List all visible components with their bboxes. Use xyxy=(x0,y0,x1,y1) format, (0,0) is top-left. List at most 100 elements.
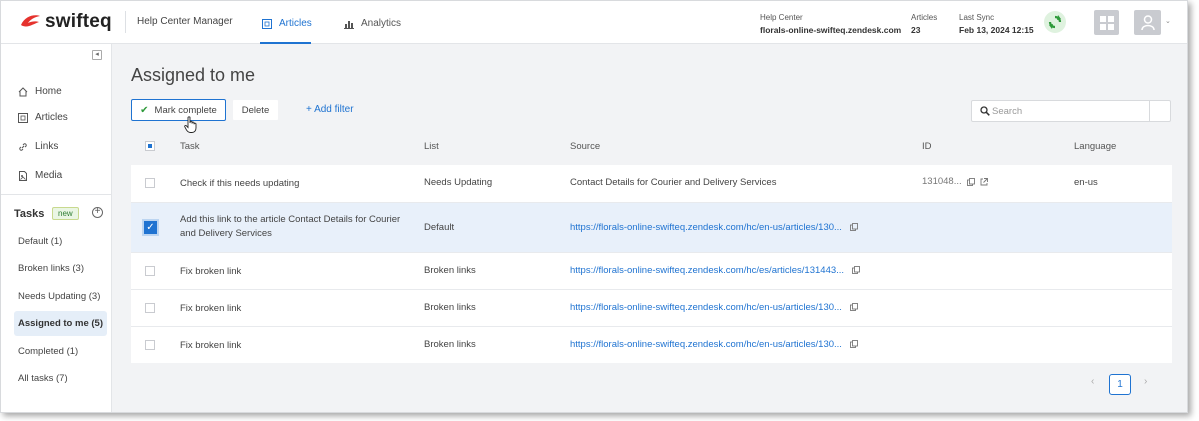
row-checkbox[interactable] xyxy=(145,178,155,188)
column-header-source[interactable]: Source xyxy=(570,141,600,152)
task-cell: Add this link to the article Contact Det… xyxy=(180,214,401,239)
pagination-page-1[interactable]: 1 xyxy=(1109,374,1131,395)
mark-complete-button[interactable]: ✔ Mark complete xyxy=(131,99,226,121)
column-header-language[interactable]: Language xyxy=(1074,141,1116,152)
app-title: Help Center Manager xyxy=(137,16,233,27)
task-list-default[interactable]: Default (1) xyxy=(14,229,107,254)
id-cell: 131048... xyxy=(922,176,988,187)
task-list-assigned-to-me[interactable]: Assigned to me (5) xyxy=(14,311,107,336)
row-checkbox[interactable] xyxy=(145,340,155,350)
copy-icon[interactable] xyxy=(966,177,975,186)
row-checkbox[interactable] xyxy=(145,303,155,313)
sync-icon xyxy=(1048,15,1062,29)
column-header-list[interactable]: List xyxy=(424,141,439,152)
copy-icon[interactable] xyxy=(851,266,860,275)
task-cell: Fix broken link xyxy=(180,266,242,277)
tab-analytics[interactable]: Analytics xyxy=(344,18,401,29)
select-all-checkbox[interactable] xyxy=(145,141,155,151)
sidebar-item-label: Links xyxy=(35,141,59,152)
sidebar-item-label: Articles xyxy=(35,112,68,123)
source-link[interactable]: https://florals-online-swifteq.zendesk.c… xyxy=(570,302,842,313)
source-cell: Contact Details for Courier and Delivery… xyxy=(570,177,777,188)
task-cell: Fix broken link xyxy=(180,340,242,351)
collapse-sidebar-icon[interactable]: ◂ xyxy=(92,50,102,60)
list-cell: Broken links xyxy=(424,265,476,276)
last-sync-info: Last Sync Feb 13, 2024 12:15 xyxy=(959,12,1034,36)
tab-articles[interactable]: Articles xyxy=(262,18,312,29)
column-header-id[interactable]: ID xyxy=(922,141,932,152)
pagination-prev-button[interactable]: ‹ xyxy=(1091,376,1094,387)
user-icon xyxy=(1140,15,1155,30)
sync-button[interactable] xyxy=(1044,11,1066,33)
task-list-completed[interactable]: Completed (1) xyxy=(14,339,107,364)
sidebar-item-media[interactable]: Media xyxy=(18,170,62,181)
top-bar: swifteq Help Center Manager Articles Ana… xyxy=(1,1,1187,44)
apps-grid-button[interactable] xyxy=(1094,10,1119,35)
chevron-down-icon[interactable]: ⌄ xyxy=(1165,17,1171,25)
language-cell: en-us xyxy=(1074,177,1098,188)
last-sync-value: Feb 13, 2024 12:15 xyxy=(959,25,1034,35)
swifteq-logo[interactable]: swifteq xyxy=(19,11,112,33)
check-icon: ✔ xyxy=(140,104,149,116)
hand-cursor-icon xyxy=(184,116,197,133)
search-divider xyxy=(1149,101,1150,121)
row-checkbox[interactable]: ✓ xyxy=(144,221,157,234)
task-list-broken-links[interactable]: Broken links (3) xyxy=(14,256,107,281)
new-badge: new xyxy=(52,207,79,220)
task-cell: Check if this needs updating xyxy=(180,178,300,189)
table-row[interactable]: Fix broken link Broken links https://flo… xyxy=(131,252,1172,289)
sidebar-item-label: Home xyxy=(35,86,62,97)
source-link[interactable]: https://florals-online-swifteq.zendesk.c… xyxy=(570,265,844,276)
sidebar-item-label: Media xyxy=(35,170,63,181)
source-cell[interactable]: https://florals-online-swifteq.zendesk.c… xyxy=(570,339,858,350)
source-link[interactable]: https://florals-online-swifteq.zendesk.c… xyxy=(570,339,842,350)
source-cell[interactable]: https://florals-online-swifteq.zendesk.c… xyxy=(570,302,858,313)
copy-icon[interactable] xyxy=(849,340,858,349)
page-title: Assigned to me xyxy=(131,65,256,85)
table-row[interactable]: Fix broken link Broken links https://flo… xyxy=(131,326,1172,363)
articles-icon xyxy=(18,112,28,123)
tasks-table: Check if this needs updating Needs Updat… xyxy=(131,165,1172,363)
last-sync-label: Last Sync xyxy=(959,13,995,22)
user-avatar-button[interactable] xyxy=(1134,10,1161,35)
list-cell: Broken links xyxy=(424,339,476,350)
help-center-value: florals-online-swifteq.zendesk.com xyxy=(760,25,902,35)
articles-icon xyxy=(262,18,272,29)
tab-analytics-label: Analytics xyxy=(361,18,402,29)
home-icon xyxy=(18,86,28,96)
link-icon xyxy=(19,142,27,151)
sidebar: ◂ Home Articles Links Media Tasks new + … xyxy=(1,44,112,412)
pagination-next-button[interactable]: › xyxy=(1144,376,1147,387)
app-window: swifteq Help Center Manager Articles Ana… xyxy=(0,0,1188,413)
media-icon xyxy=(19,170,27,181)
add-filter-button[interactable]: + Add filter xyxy=(306,104,354,115)
add-task-list-button[interactable]: + xyxy=(92,207,103,218)
sidebar-item-home[interactable]: Home xyxy=(18,86,62,97)
task-list-all-tasks[interactable]: All tasks (7) xyxy=(14,366,107,391)
header-divider xyxy=(125,11,126,33)
source-link[interactable]: https://florals-online-swifteq.zendesk.c… xyxy=(570,222,842,233)
sidebar-divider xyxy=(1,194,111,195)
delete-button[interactable]: Delete xyxy=(232,99,279,121)
logo-text: swifteq xyxy=(45,11,112,32)
task-list-needs-updating[interactable]: Needs Updating (3) xyxy=(14,284,107,309)
table-row[interactable]: ✓ Add this link to the article Contact D… xyxy=(131,202,1172,252)
column-header-task[interactable]: Task xyxy=(180,141,200,152)
row-checkbox[interactable] xyxy=(145,266,155,276)
external-link-icon[interactable] xyxy=(980,177,988,186)
sidebar-item-links[interactable]: Links xyxy=(18,141,58,152)
copy-icon[interactable] xyxy=(849,223,858,232)
search-input[interactable] xyxy=(992,104,1147,119)
table-row[interactable]: Check if this needs updating Needs Updat… xyxy=(131,165,1172,202)
articles-count-value: 23 xyxy=(911,25,921,35)
source-cell[interactable]: https://florals-online-swifteq.zendesk.c… xyxy=(570,222,858,233)
source-cell[interactable]: https://florals-online-swifteq.zendesk.c… xyxy=(570,265,860,276)
sidebar-item-articles[interactable]: Articles xyxy=(18,112,68,123)
tasks-heading: Tasks xyxy=(14,208,45,220)
task-cell: Fix broken link xyxy=(180,303,242,314)
help-center-info: Help Center florals-online-swifteq.zende… xyxy=(760,12,901,36)
articles-count-info: Articles 23 xyxy=(911,12,937,36)
copy-icon[interactable] xyxy=(849,303,858,312)
help-center-label: Help Center xyxy=(760,13,803,22)
table-row[interactable]: Fix broken link Broken links https://flo… xyxy=(131,289,1172,326)
